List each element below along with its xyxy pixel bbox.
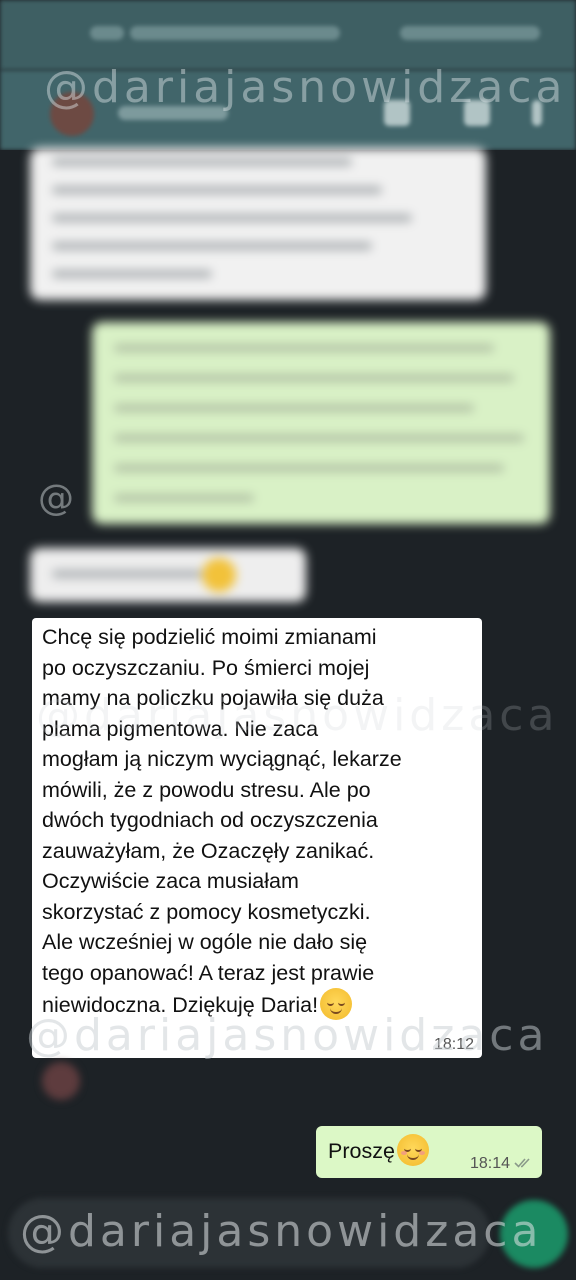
- message-text: Chcę się podzielić moimi zmianami po ocz…: [42, 622, 482, 1021]
- mic-button[interactable]: [500, 1200, 568, 1268]
- avatar[interactable]: [50, 92, 94, 136]
- blurred-incoming-message[interactable]: [30, 148, 486, 300]
- blurred-outgoing-message[interactable]: [92, 322, 550, 524]
- more-options-icon[interactable]: [532, 100, 542, 126]
- video-call-icon[interactable]: [384, 100, 410, 126]
- blurred-short-message[interactable]: [30, 548, 306, 602]
- phone-call-icon[interactable]: [464, 100, 490, 126]
- relieved-face-emoji: [320, 988, 353, 1020]
- read-receipt-icon: [514, 1157, 534, 1169]
- smiling-face-emoji: [396, 1134, 429, 1166]
- contact-name[interactable]: [118, 106, 228, 120]
- chat-header[interactable]: [0, 70, 576, 150]
- status-text: [130, 26, 340, 40]
- incoming-message[interactable]: Chcę się podzielić moimi zmianami po ocz…: [32, 618, 482, 1058]
- battery-icon: [400, 26, 540, 40]
- reaction-badge[interactable]: [42, 1062, 80, 1100]
- outgoing-message[interactable]: Proszę 18:14: [316, 1126, 542, 1178]
- status-bar: [0, 0, 576, 70]
- message-text: Proszę: [328, 1134, 429, 1166]
- message-input[interactable]: [8, 1198, 490, 1268]
- message-time: 18:14: [470, 1155, 534, 1173]
- status-icon: [90, 26, 124, 40]
- message-time: 18:12: [433, 1036, 474, 1053]
